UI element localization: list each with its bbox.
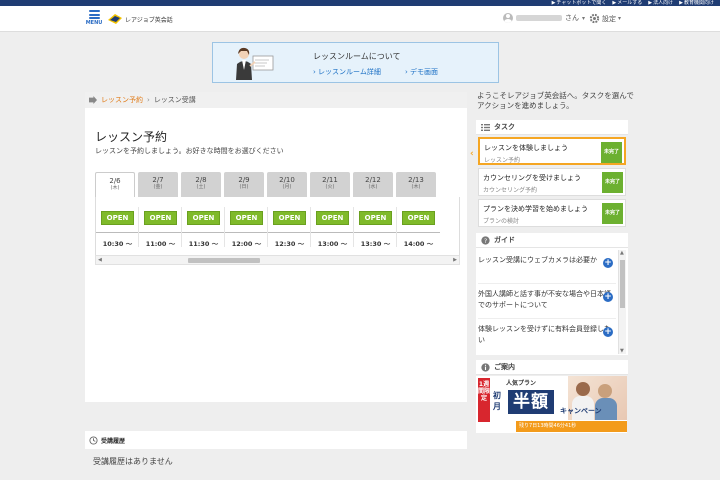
time-slot: OPEN 11:30 〜 bbox=[182, 197, 225, 257]
guide-item[interactable]: 外国人講師と話す事が不安な場合や日本語でのサポートについて bbox=[478, 289, 616, 311]
chevron-down-icon: ▾ bbox=[618, 15, 622, 22]
status-badge: 未完了 bbox=[601, 142, 622, 163]
info-icon bbox=[481, 362, 490, 372]
arrow-right-icon bbox=[89, 96, 97, 104]
gear-icon bbox=[589, 13, 600, 24]
schedule-grid: 2/6 (木) 2/7 (金) 2/8 (土) 2/9 (日) 2/10 (月) 2/11… bbox=[95, 172, 460, 358]
day-tab[interactable]: 2/12 (水) bbox=[353, 172, 393, 197]
menu-button[interactable]: MENU bbox=[86, 10, 102, 28]
chevron-down-icon: ▾ bbox=[582, 14, 586, 22]
time-slot: OPEN 14:00 〜 bbox=[397, 197, 440, 257]
scroll-up-icon[interactable]: ▲ bbox=[620, 250, 624, 256]
history-section: 受講履歴 bbox=[85, 431, 467, 449]
divider bbox=[478, 283, 616, 284]
info-section-header: ご案内 bbox=[476, 360, 628, 375]
status-badge: 未完了 bbox=[602, 203, 623, 224]
page-subtitle: レッスンを予約しましょう。お好きな時間をお選びください bbox=[95, 147, 284, 155]
plus-icon[interactable]: + bbox=[603, 292, 613, 302]
task-section-header: タスク bbox=[476, 120, 628, 135]
plus-icon[interactable]: + bbox=[603, 327, 613, 337]
scroll-right-icon[interactable]: ▶ bbox=[453, 257, 457, 263]
time-slot: OPEN 10:30 〜 bbox=[96, 197, 139, 257]
lesson-booking-panel: レッスン予約 › レッスン受講 レッスン予約 レッスンを予約しましょう。お好きな… bbox=[85, 92, 467, 402]
hamburger-icon bbox=[88, 10, 100, 19]
site-logo[interactable]: レアジョブ英会話 bbox=[108, 14, 173, 24]
task-item[interactable]: カウンセリングを受けましょう カウンセリング予約 未完了 bbox=[478, 168, 626, 196]
campaign-countdown: 残り7日13時間46分41秒 bbox=[516, 421, 627, 432]
guide-item[interactable]: レッスン受講にウェブカメラは必要か bbox=[478, 255, 616, 266]
time-slot: OPEN 12:30 〜 bbox=[268, 197, 311, 257]
user-menu[interactable]: さん ▾ bbox=[503, 13, 585, 23]
user-name-redacted bbox=[516, 15, 562, 21]
status-badge: 未完了 bbox=[602, 172, 623, 193]
welcome-message: ようこそレアジョブ英会話へ。タスクを選んでアクションを進めましょう。 bbox=[477, 91, 634, 110]
campaign-banner[interactable]: 1週間限定 人気プラン 初月 半額 キャンペーン 残り7日13時間46分41秒 bbox=[476, 376, 627, 433]
page-title: レッスン予約 bbox=[95, 130, 168, 144]
guide-item[interactable]: 体験レッスンを受けずに有料会員登録したい bbox=[478, 324, 616, 346]
horizontal-scrollbar[interactable]: ◀ ▶ bbox=[95, 255, 460, 265]
day-tab[interactable]: 2/10 (月) bbox=[267, 172, 307, 197]
list-icon bbox=[481, 123, 490, 131]
task-item[interactable]: プランを決め学習を始めましょう プランの検討 未完了 bbox=[478, 199, 626, 227]
time-slot: OPEN 13:30 〜 bbox=[354, 197, 397, 257]
scroll-down-icon[interactable]: ▼ bbox=[620, 348, 624, 354]
open-slot-button[interactable]: OPEN bbox=[402, 211, 435, 225]
chevron-left-icon: ‹ bbox=[470, 149, 474, 159]
vertical-scrollbar[interactable]: ▲ ▼ bbox=[618, 250, 626, 354]
teacher-illustration bbox=[236, 47, 274, 80]
settings-menu[interactable]: 設定 ▾ bbox=[589, 13, 621, 24]
divider bbox=[478, 318, 616, 319]
question-icon: ? bbox=[481, 235, 490, 244]
svg-text:?: ? bbox=[484, 237, 487, 244]
lesson-room-detail-link[interactable]: › レッスンルーム詳細 bbox=[313, 67, 381, 77]
time-slot: OPEN 11:00 〜 bbox=[139, 197, 182, 257]
site-header: MENU レアジョブ英会話 さん ▾ 設定 ▾ bbox=[0, 6, 720, 32]
plus-icon[interactable]: + bbox=[603, 258, 613, 268]
lesson-room-banner[interactable]: レッスンルームについて › レッスンルーム詳細 › デモ画面 bbox=[212, 42, 499, 83]
history-clock-icon bbox=[89, 435, 98, 445]
open-slot-button[interactable]: OPEN bbox=[273, 211, 306, 225]
task-item[interactable]: レッスンを体験しましょう レッスン予約 未完了 bbox=[478, 137, 626, 165]
time-slots: OPEN 10:30 〜 OPEN 11:00 〜 OPEN 11:30 〜 OPEN… bbox=[95, 197, 460, 257]
avatar bbox=[503, 13, 513, 23]
time-slot: OPEN 13:00 〜 bbox=[311, 197, 354, 257]
breadcrumb-lesson-attend[interactable]: レッスン受講 bbox=[154, 95, 196, 105]
demo-screen-link[interactable]: › デモ画面 bbox=[405, 67, 438, 77]
day-tabs: 2/6 (木) 2/7 (金) 2/8 (土) 2/9 (日) 2/10 (月) 2/11… bbox=[95, 172, 460, 197]
day-tab[interactable]: 2/11 (火) bbox=[310, 172, 350, 197]
open-slot-button[interactable]: OPEN bbox=[230, 211, 263, 225]
open-slot-button[interactable]: OPEN bbox=[316, 211, 349, 225]
history-empty-message: 受講履歴はありません bbox=[93, 457, 173, 466]
open-slot-button[interactable]: OPEN bbox=[144, 211, 177, 225]
breadcrumb: レッスン予約 › レッスン受講 bbox=[85, 92, 467, 108]
day-tab[interactable]: 2/8 (土) bbox=[181, 172, 221, 197]
day-tab[interactable]: 2/7 (金) bbox=[138, 172, 178, 197]
scrollbar-thumb[interactable] bbox=[620, 260, 625, 308]
breadcrumb-lesson-booking[interactable]: レッスン予約 bbox=[101, 95, 143, 105]
day-tab[interactable]: 2/6 (木) bbox=[95, 172, 135, 197]
limited-tag: 1週間限定 bbox=[478, 378, 490, 422]
scrollbar-thumb[interactable] bbox=[188, 258, 260, 263]
day-tab[interactable]: 2/13 (木) bbox=[396, 172, 436, 197]
open-slot-button[interactable]: OPEN bbox=[101, 211, 134, 225]
scroll-left-icon[interactable]: ◀ bbox=[98, 257, 102, 263]
day-tab[interactable]: 2/9 (日) bbox=[224, 172, 264, 197]
open-slot-button[interactable]: OPEN bbox=[187, 211, 220, 225]
open-slot-button[interactable]: OPEN bbox=[359, 211, 392, 225]
logo-mark-icon bbox=[108, 14, 122, 24]
time-slot: OPEN 12:00 〜 bbox=[225, 197, 268, 257]
